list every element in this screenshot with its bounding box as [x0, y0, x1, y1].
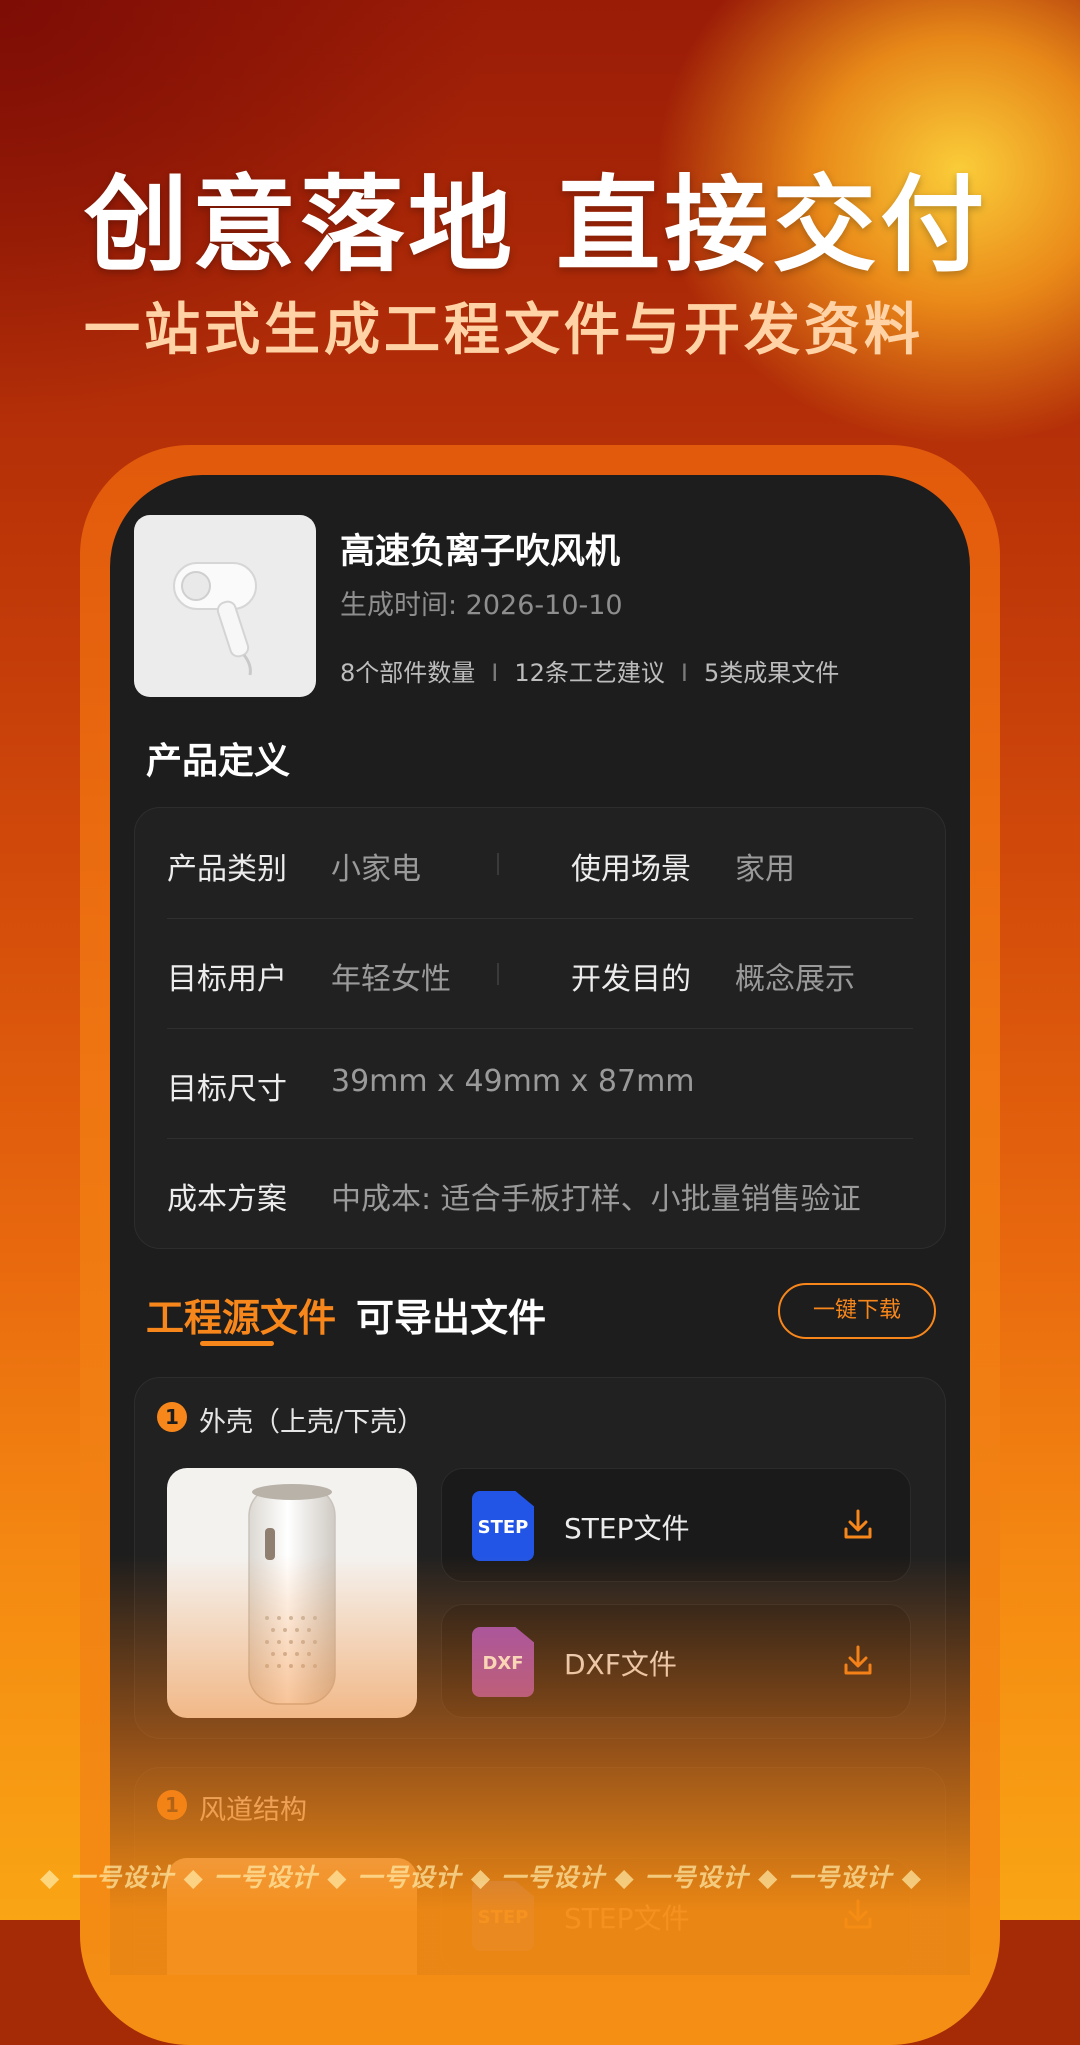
definition-label: 产品类别 — [167, 852, 287, 887]
definition-label: 成本方案 — [167, 1182, 287, 1217]
download-icon[interactable] — [838, 1641, 878, 1681]
download-icon[interactable] — [838, 1505, 878, 1545]
download-all-button[interactable]: 一键下载 — [778, 1283, 936, 1339]
file-item-step[interactable]: STEP STEP文件 — [441, 1468, 911, 1582]
dxf-file-icon: DXF — [472, 1627, 534, 1697]
step-file-icon: STEP — [472, 1491, 534, 1561]
group-index-badge: 1 — [157, 1402, 187, 1432]
active-tab-indicator — [200, 1341, 274, 1346]
section-title-definition: 产品定义 — [146, 741, 291, 782]
definition-row: 产品类别 小家电 使用场景 家用 — [167, 808, 913, 918]
definition-value: 家用 — [735, 852, 795, 887]
definition-value: 39mm x 49mm x 87mm — [331, 1064, 695, 1099]
product-generated-date: 生成时间: 2026-10-10 — [340, 590, 623, 621]
definition-value: 年轻女性 — [331, 962, 451, 997]
stat-parts-count: 8个部件数量 — [340, 659, 476, 687]
definition-row: 目标尺寸 39mm x 49mm x 87mm — [167, 1028, 913, 1138]
definition-value: 小家电 — [331, 852, 421, 887]
phone-screen: 高速负离子吹风机 生成时间: 2026-10-10 8个部件数量 I 12条工艺建议… — [110, 475, 970, 1975]
tab-exportable-files[interactable]: 可导出文件 — [356, 1287, 546, 1342]
group-title: 外壳（上壳/下壳） — [199, 1407, 425, 1438]
definition-value: 中成本: 适合手板打样、小批量销售验证 — [331, 1182, 861, 1217]
definition-row: 目标用户 年轻女性 开发目的 概念展示 — [167, 918, 913, 1028]
definition-value: 概念展示 — [735, 962, 855, 997]
download-icon[interactable] — [838, 1895, 878, 1935]
file-group-card: 1 外壳（上壳/下壳） STEP STEP文件 DXF DXF文件 — [134, 1377, 946, 1739]
file-item-dxf[interactable]: DXF DXF文件 — [441, 1604, 911, 1718]
definition-label: 开发目的 — [571, 962, 691, 997]
file-name: STEP文件 — [564, 1512, 690, 1545]
stat-process-tips: 12条工艺建议 — [514, 659, 665, 687]
definition-card: 产品类别 小家电 使用场景 家用 目标用户 年轻女性 开发目的 概念展示 目标尺… — [134, 807, 946, 1249]
hero-headline: 创意落地 直接交付 — [84, 164, 989, 286]
file-name: DXF文件 — [564, 1648, 677, 1681]
group-title: 风道结构 — [199, 1795, 307, 1826]
tab-engineering-source-files[interactable]: 工程源文件 — [146, 1287, 336, 1342]
definition-row: 成本方案 中成本: 适合手板打样、小批量销售验证 — [167, 1138, 913, 1248]
definition-label: 目标用户 — [167, 962, 287, 997]
stat-deliverables: 5类成果文件 — [703, 659, 840, 687]
product-thumbnail[interactable] — [134, 515, 316, 697]
watermark: ◆ 一号设计 ◆ 一号设计 ◆ 一号设计 ◆ 一号设计 ◆ 一号设计 ◆ 一号设… — [40, 1863, 923, 1892]
stat-separator: I — [491, 659, 499, 687]
product-stats: 8个部件数量 I 12条工艺建议 I 5类成果文件 — [340, 653, 839, 688]
stat-separator: I — [680, 659, 688, 687]
definition-label: 目标尺寸 — [167, 1072, 287, 1107]
hero-subline: 一站式生成工程文件与开发资料 — [84, 298, 924, 363]
column-divider — [497, 853, 499, 875]
file-name: STEP文件 — [564, 1902, 690, 1935]
air-purifier-icon — [248, 1484, 336, 1705]
hair-dryer-icon — [173, 562, 257, 676]
column-divider — [497, 963, 499, 985]
definition-label: 使用场景 — [571, 852, 691, 887]
group-index-badge: 1 — [157, 1790, 187, 1820]
part-preview-image[interactable] — [167, 1468, 417, 1718]
product-title: 高速负离子吹风机 — [340, 532, 621, 572]
